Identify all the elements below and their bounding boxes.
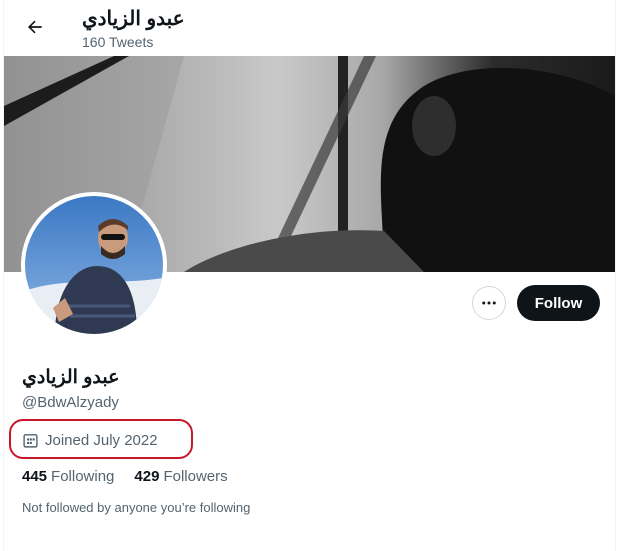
more-dots-icon	[482, 301, 496, 305]
profile-header: عبدو الزيادي 160 Tweets	[4, 0, 615, 56]
tweet-count: 160 Tweets	[82, 34, 153, 50]
right-border	[615, 0, 616, 551]
follow-stats: 445 Following 429 Followers	[22, 468, 228, 485]
following-count: 445	[22, 468, 48, 485]
mutual-followers-note: Not followed by anyone you’re following	[22, 500, 251, 515]
arrow-left-icon	[28, 20, 42, 34]
follow-button[interactable]: Follow	[517, 285, 600, 321]
followers-label: Followers	[163, 468, 228, 485]
user-handle: @BdwAlzyady	[22, 394, 119, 411]
followers-link[interactable]: 429 Followers	[134, 468, 227, 485]
display-name: عبدو الزيادي	[22, 367, 120, 388]
profile-avatar[interactable]	[21, 192, 167, 338]
following-link[interactable]: 445 Following	[22, 468, 114, 485]
profile-page: عبدو الزيادي 160 Tweets Follow عبدو الزي…	[0, 0, 635, 551]
avatar-photo	[25, 196, 163, 334]
followers-count: 429	[134, 468, 160, 485]
annotation-circle	[9, 419, 193, 459]
tweet-count-label: Tweets	[109, 34, 154, 50]
back-button[interactable]	[18, 10, 52, 44]
more-options-button[interactable]	[472, 286, 506, 320]
header-title: عبدو الزيادي	[82, 8, 185, 30]
tweet-count-number: 160	[82, 34, 109, 50]
following-label: Following	[51, 468, 115, 485]
